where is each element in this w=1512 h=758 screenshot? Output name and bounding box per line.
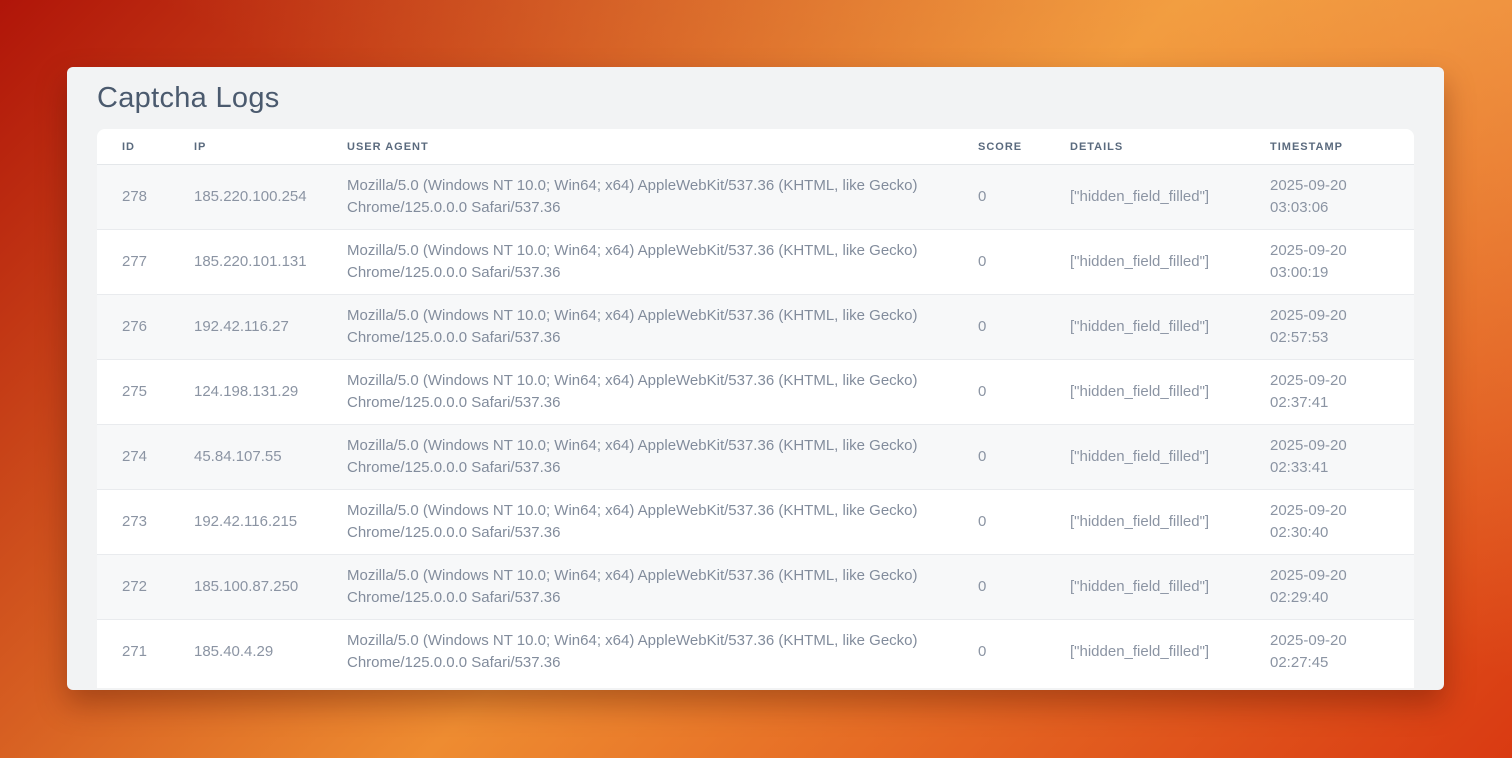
cell-user-agent: Mozilla/5.0 (Windows NT 10.0; Win64; x64…	[347, 425, 978, 490]
cell-ip: 45.84.107.55	[194, 425, 347, 490]
table-row: 272 185.100.87.250 Mozilla/5.0 (Windows …	[97, 555, 1414, 620]
cell-details: ["hidden_field_filled"]	[1070, 230, 1270, 295]
cell-user-agent: Mozilla/5.0 (Windows NT 10.0; Win64; x64…	[347, 555, 978, 620]
cell-timestamp: 2025-09-20 02:29:40	[1270, 555, 1414, 620]
table-header: IDIPUSER AGENTSCOREDETAILSTIMESTAMP	[97, 129, 1414, 165]
table-row: 276 192.42.116.27 Mozilla/5.0 (Windows N…	[97, 295, 1414, 360]
cell-user-agent: Mozilla/5.0 (Windows NT 10.0; Win64; x64…	[347, 360, 978, 425]
column-header-id: ID	[97, 129, 194, 165]
cell-score: 0	[978, 230, 1070, 295]
cell-score: 0	[978, 490, 1070, 555]
cell-score: 0	[978, 295, 1070, 360]
cell-id: 271	[97, 620, 194, 685]
cell-timestamp: 2025-09-20 03:03:06	[1270, 165, 1414, 230]
cell-timestamp: 2025-09-20 02:37:41	[1270, 360, 1414, 425]
cell-user-agent: Mozilla/5.0 (Windows NT 10.0; Win64; x64…	[347, 165, 978, 230]
cell-details: ["hidden_field_filled"]	[1070, 490, 1270, 555]
cell-score: 0	[978, 620, 1070, 685]
cell-score: 0	[978, 165, 1070, 230]
cell-score: 0	[978, 555, 1070, 620]
table-header-row: IDIPUSER AGENTSCOREDETAILSTIMESTAMP	[97, 129, 1414, 165]
cell-timestamp: 2025-09-20 02:33:41	[1270, 425, 1414, 490]
cell-ip: 185.40.4.29	[194, 620, 347, 685]
cell-ip: 185.220.101.131	[194, 230, 347, 295]
cell-ip: 185.100.87.250	[194, 555, 347, 620]
cell-details: ["hidden_field_filled"]	[1070, 165, 1270, 230]
table-row: 277 185.220.101.131 Mozilla/5.0 (Windows…	[97, 230, 1414, 295]
table-row: 278 185.220.100.254 Mozilla/5.0 (Windows…	[97, 165, 1414, 230]
cell-timestamp: 2025-09-20 02:30:40	[1270, 490, 1414, 555]
cell-timestamp: 2025-09-20 03:00:19	[1270, 230, 1414, 295]
table-body: 278 185.220.100.254 Mozilla/5.0 (Windows…	[97, 165, 1414, 685]
cell-ip: 192.42.116.27	[194, 295, 347, 360]
table-row: 274 45.84.107.55 Mozilla/5.0 (Windows NT…	[97, 425, 1414, 490]
cell-user-agent: Mozilla/5.0 (Windows NT 10.0; Win64; x64…	[347, 230, 978, 295]
cell-timestamp: 2025-09-20 02:57:53	[1270, 295, 1414, 360]
cell-details: ["hidden_field_filled"]	[1070, 360, 1270, 425]
cell-user-agent: Mozilla/5.0 (Windows NT 10.0; Win64; x64…	[347, 490, 978, 555]
column-header-ip: IP	[194, 129, 347, 165]
cell-score: 0	[978, 425, 1070, 490]
cell-id: 277	[97, 230, 194, 295]
table-row: 271 185.40.4.29 Mozilla/5.0 (Windows NT …	[97, 620, 1414, 685]
cell-ip: 124.198.131.29	[194, 360, 347, 425]
cell-id: 272	[97, 555, 194, 620]
column-header-score: SCORE	[978, 129, 1070, 165]
cell-id: 273	[97, 490, 194, 555]
column-header-timestamp: TIMESTAMP	[1270, 129, 1414, 165]
cell-details: ["hidden_field_filled"]	[1070, 620, 1270, 685]
cell-id: 274	[97, 425, 194, 490]
cell-details: ["hidden_field_filled"]	[1070, 555, 1270, 620]
table-row: 273 192.42.116.215 Mozilla/5.0 (Windows …	[97, 490, 1414, 555]
column-header-details: DETAILS	[1070, 129, 1270, 165]
captcha-logs-card: Captcha Logs IDIPUSER AGENTSCOREDETAILST…	[67, 67, 1444, 690]
cell-id: 276	[97, 295, 194, 360]
cell-timestamp: 2025-09-20 02:27:45	[1270, 620, 1414, 685]
cell-ip: 185.220.100.254	[194, 165, 347, 230]
logs-table-container: IDIPUSER AGENTSCOREDETAILSTIMESTAMP 278 …	[97, 129, 1414, 688]
page-title: Captcha Logs	[67, 67, 1444, 129]
logs-table: IDIPUSER AGENTSCOREDETAILSTIMESTAMP 278 …	[97, 129, 1414, 685]
column-header-user_agent: USER AGENT	[347, 129, 978, 165]
cell-ip: 192.42.116.215	[194, 490, 347, 555]
cell-id: 275	[97, 360, 194, 425]
cell-details: ["hidden_field_filled"]	[1070, 295, 1270, 360]
table-row: 275 124.198.131.29 Mozilla/5.0 (Windows …	[97, 360, 1414, 425]
cell-user-agent: Mozilla/5.0 (Windows NT 10.0; Win64; x64…	[347, 295, 978, 360]
cell-user-agent: Mozilla/5.0 (Windows NT 10.0; Win64; x64…	[347, 620, 978, 685]
cell-details: ["hidden_field_filled"]	[1070, 425, 1270, 490]
cell-score: 0	[978, 360, 1070, 425]
cell-id: 278	[97, 165, 194, 230]
